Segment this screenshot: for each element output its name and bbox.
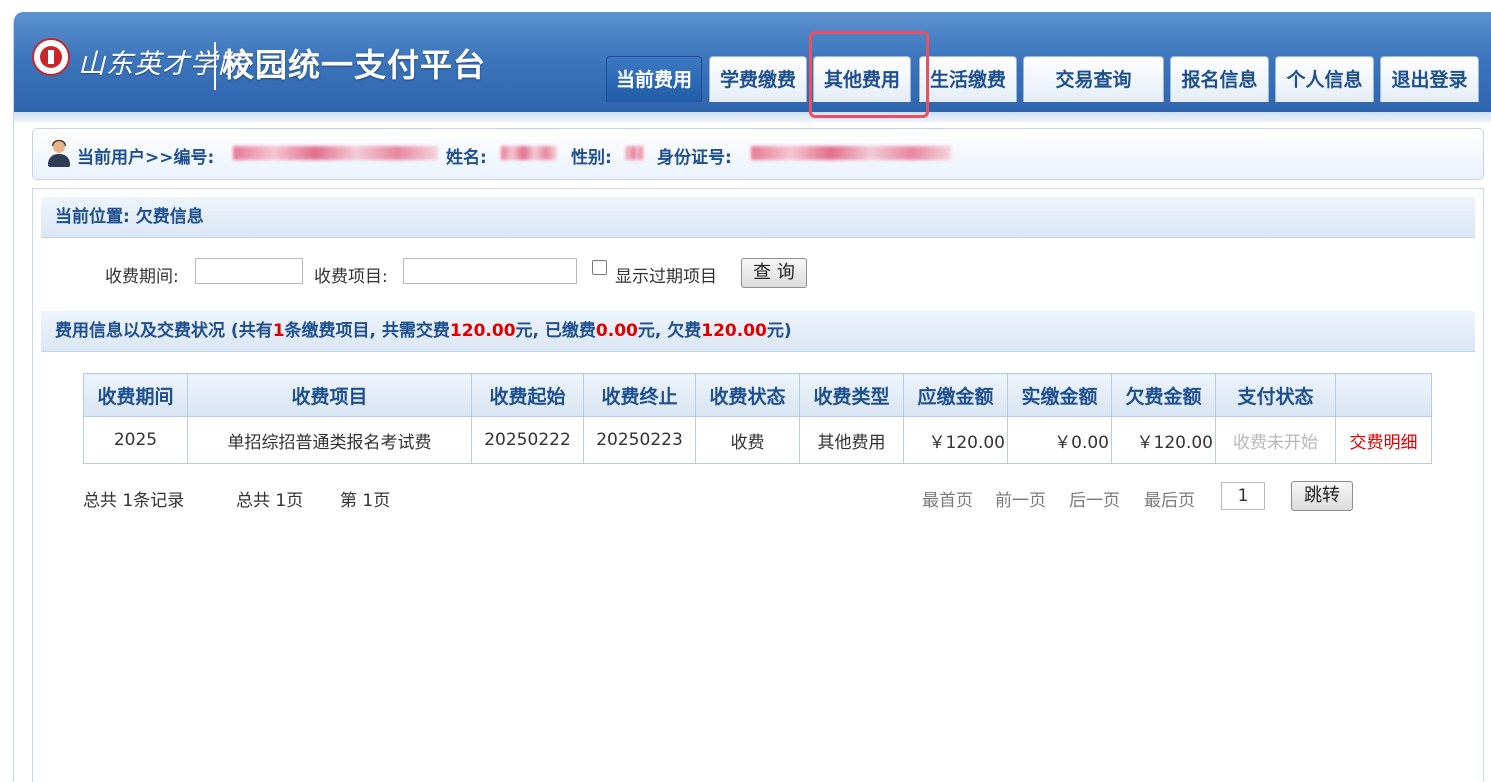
user-gender-label: 性别: bbox=[571, 148, 612, 168]
nav-tuition[interactable]: 学费缴费 bbox=[709, 56, 807, 102]
col-type: 收费类型 bbox=[799, 373, 904, 417]
col-end: 收费终止 bbox=[583, 373, 696, 417]
redacted-id-card bbox=[751, 146, 951, 160]
nav-living-fees[interactable]: 生活缴费 bbox=[919, 56, 1017, 102]
cell-start: 20250222 bbox=[471, 416, 584, 464]
cell-item: 单招综招普通类报名考试费 bbox=[187, 416, 472, 464]
query-button[interactable]: 查 询 bbox=[741, 258, 807, 288]
summary-bar: 费用信息以及交费状况 (共有1条缴费项目, 共需交费120.00元, 已缴费0.… bbox=[41, 311, 1475, 352]
fee-summary: 费用信息以及交费状况 (共有1条缴费项目, 共需交费120.00元, 已缴费0.… bbox=[55, 321, 792, 341]
col-start: 收费起始 bbox=[471, 373, 584, 417]
main-nav: 当前费用 学费缴费 其他费用 生活缴费 交易查询 报名信息 个人信息 退出登录 bbox=[14, 56, 1491, 102]
total-pages: 总共 1页 bbox=[236, 491, 304, 511]
fees-table: 收费期间 收费项目 收费起始 收费终止 收费状态 收费类型 应缴金额 实缴金额 … bbox=[83, 373, 1432, 464]
nav-current-fees[interactable]: 当前费用 bbox=[606, 56, 702, 102]
cell-pay-status: 收费未开始 bbox=[1215, 416, 1336, 464]
table-row: 2025 单招综招普通类报名考试费 20250222 20250223 收费 其… bbox=[83, 416, 1432, 464]
nav-transactions[interactable]: 交易查询 bbox=[1023, 56, 1164, 102]
page-number-input[interactable]: 1 bbox=[1221, 482, 1265, 510]
show-expired-label: 显示过期项目 bbox=[615, 267, 717, 287]
last-page-link[interactable]: 最后页 bbox=[1144, 486, 1195, 511]
period-input[interactable] bbox=[195, 258, 303, 284]
col-period: 收费期间 bbox=[83, 373, 188, 417]
cell-owed: ￥120.00 bbox=[1111, 416, 1216, 464]
first-page-link[interactable]: 最首页 bbox=[922, 486, 973, 511]
item-label: 收费项目: bbox=[314, 267, 388, 287]
item-count: 1 bbox=[272, 321, 285, 341]
col-action bbox=[1335, 373, 1432, 417]
table-header-row: 收费期间 收费项目 收费起始 收费终止 收费状态 收费类型 应缴金额 实缴金额 … bbox=[83, 373, 1432, 417]
col-status: 收费状态 bbox=[695, 373, 800, 417]
col-paid: 实缴金额 bbox=[1007, 373, 1112, 417]
cell-due: ￥120.00 bbox=[903, 416, 1008, 464]
user-avatar-icon bbox=[47, 140, 71, 167]
nav-registration[interactable]: 报名信息 bbox=[1170, 56, 1269, 102]
col-due: 应缴金额 bbox=[903, 373, 1008, 417]
redacted-user-id bbox=[233, 146, 438, 160]
app-frame: 山东英才学院 校园统一支付平台 当前费用 学费缴费 其他费用 生活缴费 交易查询… bbox=[13, 12, 1491, 782]
annotation-highlight bbox=[809, 31, 929, 118]
total-due: 120.00 bbox=[449, 321, 516, 341]
show-expired-checkbox[interactable] bbox=[592, 260, 607, 275]
prev-page-link[interactable]: 前一页 bbox=[995, 486, 1046, 511]
user-info-bar: 当前用户>>编号: 姓名: 性别: 身份证号: bbox=[32, 128, 1484, 180]
nav-profile[interactable]: 个人信息 bbox=[1275, 56, 1374, 102]
cell-paid: ￥0.00 bbox=[1007, 416, 1112, 464]
payment-details-link[interactable]: 交费明细 bbox=[1335, 416, 1432, 464]
jump-button[interactable]: 跳转 bbox=[1291, 481, 1353, 511]
pager: 总共 1条记录 总共 1页 第 1页 最首页 前一页 后一页 最后页 1 跳转 bbox=[33, 481, 1483, 513]
col-item: 收费项目 bbox=[187, 373, 472, 417]
location-bar: 当前位置: 欠费信息 bbox=[41, 197, 1475, 238]
user-id-label: 当前用户>>编号: bbox=[77, 148, 215, 168]
cell-end: 20250223 bbox=[583, 416, 696, 464]
user-id-card-label: 身份证号: bbox=[657, 148, 732, 168]
user-name-label: 姓名: bbox=[446, 148, 487, 168]
item-input[interactable] bbox=[403, 258, 577, 284]
header-strip bbox=[14, 112, 1491, 122]
current-location: 当前位置: 欠费信息 bbox=[55, 207, 204, 227]
total-owed: 120.00 bbox=[701, 321, 767, 341]
nav-logout[interactable]: 退出登录 bbox=[1380, 56, 1479, 102]
filter-row: 收费期间: 收费项目: 显示过期项目 查 询 bbox=[33, 257, 1483, 291]
current-page: 第 1页 bbox=[340, 491, 391, 511]
cell-status: 收费 bbox=[695, 416, 800, 464]
redacted-name bbox=[501, 146, 557, 160]
cell-type: 其他费用 bbox=[799, 416, 904, 464]
next-page-link[interactable]: 后一页 bbox=[1069, 486, 1120, 511]
col-owed: 欠费金额 bbox=[1111, 373, 1216, 417]
col-pay-status: 支付状态 bbox=[1215, 373, 1336, 417]
main-content: 当前位置: 欠费信息 收费期间: 收费项目: 显示过期项目 查 询 费用信息以及… bbox=[32, 188, 1484, 782]
header: 山东英才学院 校园统一支付平台 当前费用 学费缴费 其他费用 生活缴费 交易查询… bbox=[14, 12, 1491, 112]
total-records: 总共 1条记录 bbox=[83, 491, 185, 511]
redacted-gender bbox=[626, 146, 644, 160]
cell-period: 2025 bbox=[83, 416, 188, 464]
period-label: 收费期间: bbox=[105, 267, 179, 287]
total-paid: 0.00 bbox=[595, 321, 638, 341]
